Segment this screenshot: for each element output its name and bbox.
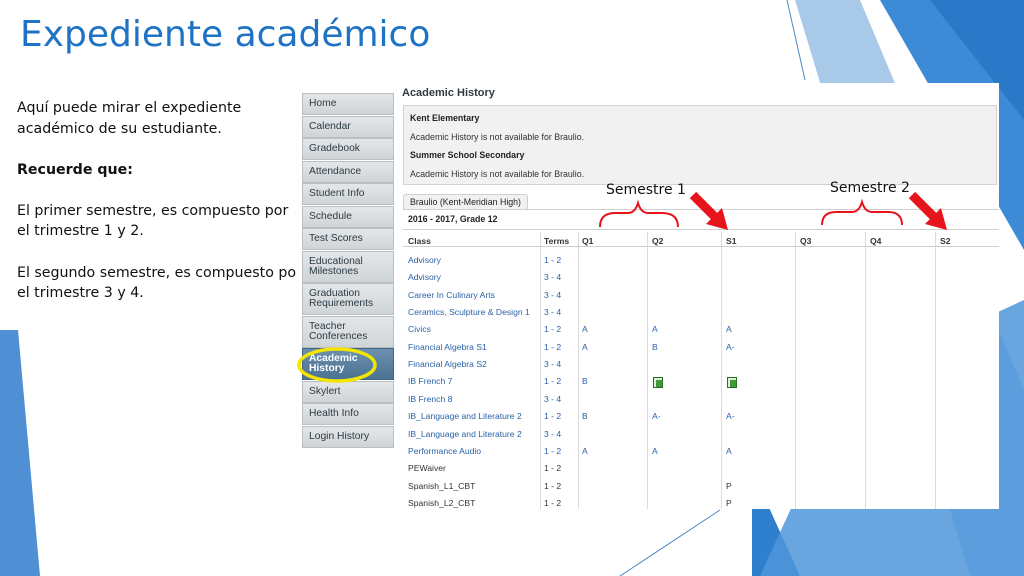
semester-2-label: Semestre 2: [830, 180, 910, 196]
sidebar-item[interactable]: Academic History: [302, 348, 394, 380]
column-header: Q4: [870, 236, 882, 246]
grade-value[interactable]: A: [652, 446, 658, 456]
grade-value[interactable]: A: [726, 324, 732, 334]
sidebar-item[interactable]: Graduation Requirements: [302, 283, 394, 315]
column-header: S2: [940, 236, 951, 246]
column-divider: [935, 232, 936, 509]
sidebar-item[interactable]: Schedule: [302, 205, 394, 228]
second-semester-text: El segundo semestre, es compuesto por el…: [17, 264, 302, 302]
note-icon[interactable]: [653, 377, 663, 389]
terms-value: 1 - 2: [544, 463, 562, 474]
class-name[interactable]: IB_Language and Literature 2: [408, 411, 522, 421]
class-name[interactable]: Advisory: [408, 255, 441, 265]
sidebar-item[interactable]: Login History: [302, 425, 394, 448]
school-name: Kent Elementary: [410, 113, 480, 123]
terms-value: 1 - 2: [544, 480, 562, 491]
column-divider: [721, 232, 722, 509]
note-icon[interactable]: [727, 377, 737, 389]
grade-value[interactable]: A: [726, 446, 732, 456]
class-name[interactable]: Ceramics, Sculpture & Design 1: [408, 307, 530, 317]
terms-value: 3 - 4: [544, 393, 562, 404]
terms-value: 1 - 2: [544, 376, 562, 387]
sidebar-item[interactable]: Teacher Conferences: [302, 315, 394, 348]
class-name[interactable]: Career In Culinary Arts: [408, 290, 495, 300]
terms-value: 3 - 4: [544, 307, 562, 318]
sidebar-item[interactable]: Student Info: [302, 183, 394, 205]
sidebar-item[interactable]: Health Info: [302, 403, 394, 425]
terms-value: 1 - 2: [544, 341, 562, 352]
terms-value: 1 - 2: [544, 445, 562, 456]
sidebar-item[interactable]: Calendar: [302, 115, 394, 138]
slide-title: Expediente académico: [20, 14, 431, 55]
terms-value: 1 - 2: [544, 255, 562, 265]
class-name[interactable]: Financial Algebra S2: [408, 359, 487, 369]
terms-value: 3 - 4: [544, 272, 562, 283]
class-name[interactable]: Performance Audio: [408, 446, 481, 456]
sidebar-item[interactable]: Home: [302, 93, 394, 115]
sidebar-item[interactable]: Attendance: [302, 160, 394, 183]
school-messages: Kent Elementary Academic History is not …: [403, 105, 997, 185]
class-name[interactable]: IB_Language and Literature 2: [408, 429, 522, 439]
grade-value[interactable]: A-: [652, 411, 661, 421]
school-message: Academic History is not available for Br…: [410, 132, 585, 142]
class-name[interactable]: Financial Algebra S1: [408, 342, 487, 352]
grade-value[interactable]: B: [652, 342, 658, 352]
school-message: Academic History is not available for Br…: [410, 169, 585, 179]
header-divider: [403, 246, 999, 247]
student-tab[interactable]: Braulio (Kent-Meridian High): [403, 194, 528, 209]
semester-1-label: Semestre 1: [606, 182, 686, 198]
grade-value[interactable]: A: [582, 446, 588, 456]
sidebar-item[interactable]: Gradebook: [302, 138, 394, 160]
terms-value: 1 - 2: [544, 497, 562, 508]
terms-value: 3 - 4: [544, 359, 562, 370]
sidebar-item[interactable]: Skylert: [302, 380, 394, 403]
first-semester-text: El primer semestre, es compuesto por el …: [17, 202, 289, 240]
grade-value[interactable]: B: [582, 376, 588, 386]
class-name[interactable]: Civics: [408, 324, 431, 334]
year-grade-header: 2016 - 2017, Grade 12: [403, 209, 999, 230]
grade-value[interactable]: A: [582, 324, 588, 334]
column-header: Q1: [582, 236, 594, 246]
column-divider: [865, 232, 866, 509]
terms-value: 1 - 2: [544, 411, 562, 422]
grade-value[interactable]: A: [652, 324, 658, 334]
column-header: Q2: [652, 236, 664, 246]
grade-value[interactable]: A: [582, 342, 588, 352]
class-name[interactable]: IB French 7: [408, 376, 452, 386]
grade-value[interactable]: P: [726, 481, 732, 491]
class-name: Spanish_L2_CBT: [408, 497, 476, 508]
column-divider: [578, 232, 579, 509]
school-name: Summer School Secondary: [410, 150, 525, 160]
column-divider: [540, 232, 541, 509]
column-divider: [647, 232, 648, 509]
sidebar-item[interactable]: Educational Milestones: [302, 250, 394, 283]
grade-value[interactable]: A-: [726, 342, 735, 352]
class-name: Spanish_L1_CBT: [408, 480, 476, 491]
panel-title: Academic History: [402, 87, 495, 99]
column-header: S1: [726, 236, 737, 246]
portal-screenshot: Home Calendar Gradebook Attendance Student I…: [297, 83, 999, 509]
class-name[interactable]: Advisory: [408, 272, 441, 282]
sidebar-nav: Home Calendar Gradebook Attendance Student I…: [302, 93, 394, 448]
remember-heading: Recuerde que:: [17, 162, 133, 178]
grade-value[interactable]: P: [726, 498, 732, 508]
grade-value[interactable]: A-: [726, 411, 735, 421]
intro-text: Aquí puede mirar el expediente académico…: [17, 98, 302, 325]
terms-value: 1 - 2: [544, 324, 562, 335]
terms-value: 3 - 4: [544, 289, 562, 300]
column-header: Q3: [800, 236, 812, 246]
sidebar-item[interactable]: Test Scores: [302, 228, 394, 250]
grade-value[interactable]: B: [582, 411, 588, 421]
column-header: Class: [408, 236, 431, 246]
terms-value: 3 - 4: [544, 428, 562, 439]
intro-paragraph: Aquí puede mirar el expediente académico…: [17, 100, 242, 137]
class-name[interactable]: IB French 8: [408, 394, 452, 404]
class-name: PEWaiver: [408, 463, 446, 474]
column-divider: [795, 232, 796, 509]
column-header: Terms: [544, 236, 570, 246]
